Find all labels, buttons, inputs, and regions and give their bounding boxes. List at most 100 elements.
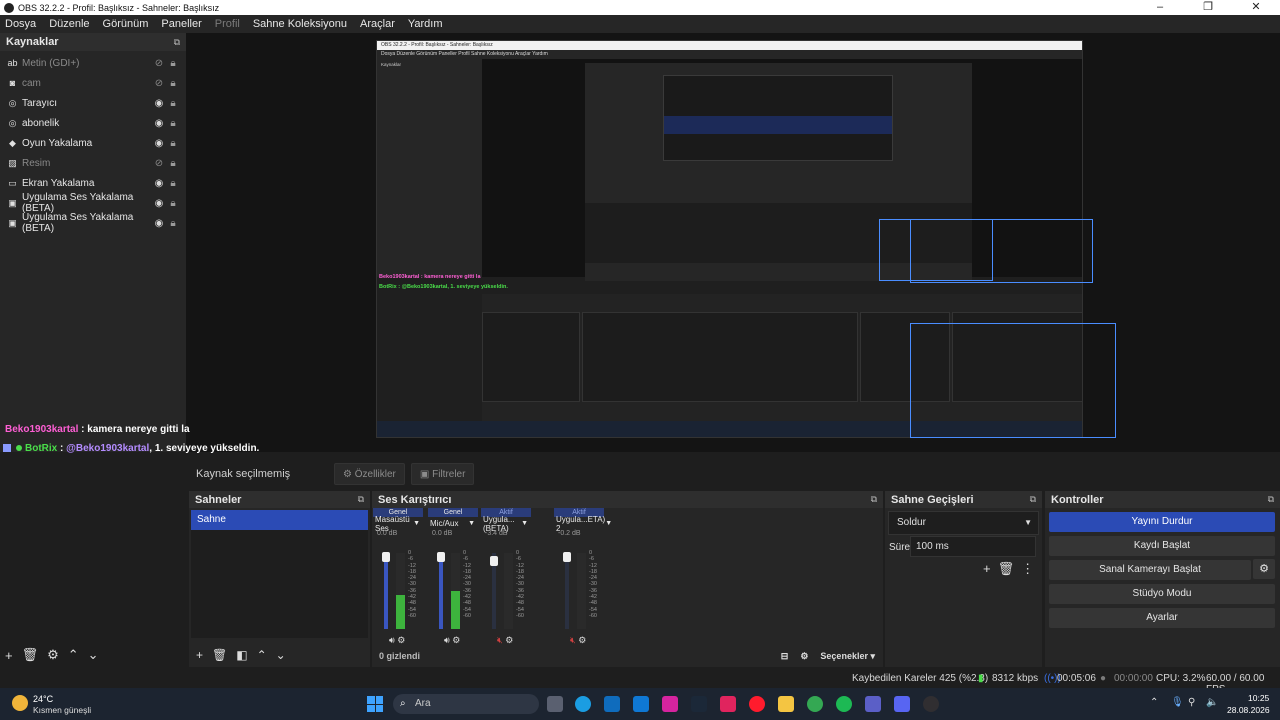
lock-icon[interactable]: 🔒︎ bbox=[166, 98, 180, 109]
eye-icon[interactable]: ◉ bbox=[152, 118, 166, 129]
menu-docks[interactable]: Paneller bbox=[161, 18, 201, 30]
lock-icon[interactable]: 🔒︎ bbox=[166, 178, 180, 189]
clock-time[interactable]: 10:25 bbox=[1248, 693, 1269, 703]
source-item[interactable]: ◎ abonelik ◉ 🔒︎ bbox=[0, 113, 186, 133]
eye-icon[interactable]: ◉ bbox=[152, 178, 166, 189]
fader-handle[interactable] bbox=[437, 552, 445, 562]
task-view-icon[interactable] bbox=[547, 696, 563, 712]
volume-fader[interactable] bbox=[439, 553, 443, 629]
spotify-icon[interactable] bbox=[836, 696, 852, 712]
obs-taskbar-icon[interactable] bbox=[923, 696, 939, 712]
scene-filters-icon[interactable]: ◧ bbox=[236, 648, 247, 662]
channel-settings-icon[interactable]: ⚙ bbox=[397, 635, 405, 645]
eye-off-icon[interactable]: ⊘ bbox=[152, 78, 166, 89]
remove-source-icon[interactable]: 🗑 bbox=[22, 647, 39, 663]
opera-icon[interactable] bbox=[749, 696, 765, 712]
channel-name-dropdown[interactable]: Mic/Aux ▼ bbox=[427, 517, 479, 530]
start-button[interactable] bbox=[367, 696, 383, 712]
move-up-icon[interactable]: ⌃ bbox=[68, 647, 79, 663]
lock-icon[interactable]: 🔒︎ bbox=[166, 78, 180, 89]
instagram-icon[interactable] bbox=[662, 696, 678, 712]
start-virtual-camera-button[interactable]: Sanal Kamerayı Başlat bbox=[1049, 560, 1251, 580]
source-item[interactable]: ab Metin (GDI+) ⊘ 🔒︎ bbox=[0, 53, 186, 73]
eye-icon[interactable]: ◉ bbox=[152, 218, 166, 229]
add-scene-icon[interactable]: + bbox=[196, 648, 203, 662]
weather-icon[interactable] bbox=[12, 695, 28, 711]
menu-profile[interactable]: Profil bbox=[215, 18, 240, 30]
undock-icon[interactable]: ⧉ bbox=[174, 37, 180, 48]
scene-up-icon[interactable]: ⌃ bbox=[257, 648, 267, 662]
eye-icon[interactable]: ◉ bbox=[152, 198, 166, 209]
stop-streaming-button[interactable]: Yayını Durdur bbox=[1049, 512, 1275, 532]
speaker-icon[interactable]: 🔊︎ bbox=[444, 635, 450, 645]
undock-icon[interactable]: ⧉ bbox=[871, 494, 877, 505]
remove-transition-icon[interactable]: 🗑 bbox=[998, 561, 1015, 577]
undock-icon[interactable]: ⧉ bbox=[358, 494, 364, 505]
menu-file[interactable]: Dosya bbox=[5, 18, 36, 30]
move-down-icon[interactable]: ⌄ bbox=[88, 647, 99, 663]
undock-icon[interactable]: ⧉ bbox=[1268, 494, 1274, 505]
edge-icon[interactable] bbox=[575, 696, 591, 712]
undock-icon[interactable]: ⧉ bbox=[1030, 494, 1036, 505]
steam-icon[interactable] bbox=[691, 696, 707, 712]
channel-settings-icon[interactable]: ⚙ bbox=[505, 635, 513, 645]
scene-item[interactable]: Sahne bbox=[191, 510, 368, 530]
volume-fader[interactable] bbox=[565, 553, 569, 629]
lock-icon[interactable]: 🔒︎ bbox=[166, 118, 180, 129]
menu-edit[interactable]: Düzenle bbox=[49, 18, 89, 30]
settings-button[interactable]: Ayarlar bbox=[1049, 608, 1275, 628]
remove-scene-icon[interactable]: 🗑 bbox=[212, 648, 227, 662]
channel-name-dropdown[interactable]: Uygula...(BETA) ▼ bbox=[480, 515, 532, 533]
file-explorer-icon[interactable] bbox=[778, 696, 794, 712]
microphone-icon[interactable]: 🎙 bbox=[1171, 697, 1184, 708]
channel-name-dropdown[interactable]: Uygula...ETA) 2 ▼ bbox=[553, 515, 612, 533]
menu-scene-collection[interactable]: Sahne Koleksiyonu bbox=[253, 18, 347, 30]
speaker-muted-icon[interactable]: 🔇︎ bbox=[497, 635, 503, 645]
mixer-options-button[interactable]: Seçenekler ▾ bbox=[820, 651, 875, 662]
menu-help[interactable]: Yardım bbox=[408, 18, 443, 30]
studio-mode-button[interactable]: Stüdyo Modu bbox=[1049, 584, 1275, 604]
add-source-icon[interactable]: + bbox=[5, 648, 13, 663]
maximize-button[interactable]: ❐ bbox=[1184, 0, 1232, 15]
source-item[interactable]: ▣ Uygulama Ses Yakalama (BETA) ◉ 🔒︎ bbox=[0, 212, 186, 234]
speaker-muted-icon[interactable]: 🔇︎ bbox=[570, 635, 576, 645]
channel-settings-icon[interactable]: ⚙ bbox=[578, 635, 586, 645]
advanced-audio-icon[interactable]: ⚙ bbox=[800, 651, 808, 662]
eye-icon[interactable]: ◉ bbox=[152, 138, 166, 149]
menu-view[interactable]: Görünüm bbox=[103, 18, 149, 30]
fader-handle[interactable] bbox=[490, 556, 498, 566]
store-icon[interactable] bbox=[604, 696, 620, 712]
menu-tools[interactable]: Araçlar bbox=[360, 18, 395, 30]
duration-input[interactable]: 100 ms bbox=[910, 536, 1036, 557]
fader-handle[interactable] bbox=[382, 552, 390, 562]
source-item[interactable]: ◆ Oyun Yakalama ◉ 🔒︎ bbox=[0, 133, 186, 153]
eye-icon[interactable]: ◉ bbox=[152, 98, 166, 109]
filters-button[interactable]: ▣ Filtreler bbox=[410, 463, 475, 485]
fader-handle[interactable] bbox=[563, 552, 571, 562]
speaker-icon[interactable]: 🔊︎ bbox=[389, 635, 395, 645]
chrome-icon[interactable] bbox=[807, 696, 823, 712]
properties-button[interactable]: ⚙ Özellikler bbox=[334, 463, 405, 485]
taskbar-search[interactable]: ⌕ Ara bbox=[393, 694, 539, 714]
minimize-button[interactable]: – bbox=[1136, 0, 1184, 15]
source-item[interactable]: ◎ Tarayıcı ◉ 🔒︎ bbox=[0, 93, 186, 113]
source-item[interactable]: ▭ Ekran Yakalama ◉ 🔒︎ bbox=[0, 173, 186, 193]
channel-settings-icon[interactable]: ⚙ bbox=[452, 635, 460, 645]
clock-date[interactable]: 28.08.2026 bbox=[1227, 705, 1270, 715]
transition-select[interactable]: Soldur ▼ bbox=[888, 511, 1039, 535]
network-icon[interactable]: ⚲ bbox=[1188, 697, 1195, 708]
lock-icon[interactable]: 🔒︎ bbox=[166, 198, 180, 209]
source-item[interactable]: ◙ cam ⊘ 🔒︎ bbox=[0, 73, 186, 93]
more-options-icon[interactable]: ⋮ bbox=[1021, 561, 1034, 577]
volume-fader[interactable] bbox=[384, 553, 388, 629]
show-hidden-icons[interactable]: ⌃ bbox=[1150, 697, 1158, 708]
start-recording-button[interactable]: Kaydı Başlat bbox=[1049, 536, 1275, 556]
lock-icon[interactable]: 🔒︎ bbox=[166, 138, 180, 149]
outlook-icon[interactable] bbox=[633, 696, 649, 712]
discord-icon[interactable] bbox=[894, 696, 910, 712]
app-icon[interactable] bbox=[720, 696, 736, 712]
layout-toggle-icon[interactable]: ⊟ bbox=[781, 651, 789, 662]
teams-icon[interactable] bbox=[865, 696, 881, 712]
channel-name-dropdown[interactable]: Masaüstü Ses ▼ bbox=[372, 515, 424, 533]
volume-icon[interactable]: 🔈 bbox=[1206, 697, 1218, 708]
